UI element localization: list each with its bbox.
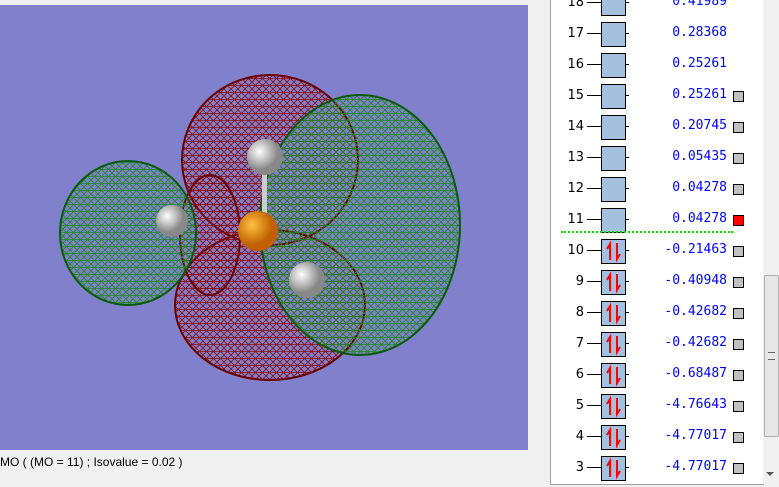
orbital-row[interactable]: 5 -4.76643 <box>551 394 764 419</box>
select-checkbox[interactable] <box>733 463 744 474</box>
orbital-energy: -4.77017 <box>664 428 727 443</box>
central-atom <box>238 211 278 251</box>
orbital-level-box[interactable] <box>601 22 626 47</box>
orbital-energy: -4.77017 <box>664 459 727 474</box>
orbital-energy: -0.68487 <box>664 366 727 381</box>
select-checkbox[interactable] <box>733 370 744 381</box>
electron-pair-icon <box>606 364 621 387</box>
orbital-energy: 0.25261 <box>672 56 727 71</box>
orbital-level-box[interactable] <box>601 301 626 326</box>
select-checkbox[interactable] <box>733 184 744 195</box>
orbital-number: 10 <box>567 243 584 258</box>
orbital-number: 14 <box>567 119 584 134</box>
orbital-energy: -4.76643 <box>664 397 727 412</box>
status-text: MO ( (MO = 11) ; Isovalue = 0.02 ) <box>0 455 183 469</box>
orbital-row[interactable]: 7 -0.42682 <box>551 332 764 357</box>
hydrogen-atom <box>247 139 283 175</box>
orbital-level-box[interactable] <box>601 84 626 109</box>
orbital-row[interactable]: 13 0.05435 <box>551 146 764 171</box>
electron-pair-icon <box>606 333 621 356</box>
select-checkbox[interactable] <box>733 277 744 288</box>
orbital-row[interactable]: 6 -0.68487 <box>551 363 764 388</box>
select-checkbox[interactable] <box>733 215 744 226</box>
orbital-row[interactable]: 14 0.20745 <box>551 115 764 140</box>
orbital-number: 4 <box>575 429 584 444</box>
orbital-energy: 0.04278 <box>672 180 727 195</box>
orbital-number: 5 <box>575 398 584 413</box>
orbital-energy: -0.42682 <box>664 304 727 319</box>
orbital-energy: -0.42682 <box>664 335 727 350</box>
mo-energy-list[interactable]: 18 0.41989 17 0.28368 16 0.25261 15 0.25261 14 0.… <box>550 0 764 485</box>
orbital-number: 7 <box>575 336 584 351</box>
orbital-energy: 0.41989 <box>672 0 727 9</box>
hydrogen-atom <box>156 205 188 237</box>
orbital-level-box[interactable] <box>601 115 626 140</box>
orbital-row[interactable]: 16 0.25261 <box>551 53 764 78</box>
orbital-number: 6 <box>575 367 584 382</box>
orbital-energy: 0.05435 <box>672 149 727 164</box>
orbital-number: 13 <box>567 150 584 165</box>
select-checkbox[interactable] <box>733 122 744 133</box>
select-checkbox[interactable] <box>733 308 744 319</box>
molecule-viewport[interactable] <box>0 5 528 450</box>
orbital-energy: 0.04278 <box>672 211 727 226</box>
orbital-level-box[interactable] <box>601 0 626 16</box>
orbital-number: 9 <box>575 274 584 289</box>
orbital-row[interactable]: 17 0.28368 <box>551 22 764 47</box>
orbital-level-box[interactable] <box>601 332 626 357</box>
select-checkbox[interactable] <box>733 246 744 257</box>
orbital-level-box[interactable] <box>601 270 626 295</box>
bond <box>262 173 267 213</box>
orbital-number: 8 <box>575 305 584 320</box>
orbital-level-box[interactable] <box>601 394 626 419</box>
select-checkbox[interactable] <box>733 339 744 350</box>
orbital-number: 18 <box>567 0 584 10</box>
orbital-number: 15 <box>567 88 584 103</box>
orbital-level-box[interactable] <box>601 456 626 481</box>
orbital-level-box[interactable] <box>601 208 626 233</box>
orbital-level-box[interactable] <box>601 363 626 388</box>
select-checkbox[interactable] <box>733 153 744 164</box>
orbital-energy: -0.21463 <box>664 242 727 257</box>
select-checkbox[interactable] <box>733 432 744 443</box>
orbital-level-box[interactable] <box>601 53 626 78</box>
orbital-number: 11 <box>567 212 584 227</box>
orbital-energy: 0.25261 <box>672 87 727 102</box>
scrollbar[interactable] <box>763 0 779 484</box>
orbital-number: 3 <box>575 460 584 475</box>
orbital-row[interactable]: 18 0.41989 <box>551 0 764 16</box>
electron-pair-icon <box>606 426 621 449</box>
select-checkbox[interactable] <box>733 401 744 412</box>
scroll-down-arrow[interactable] <box>766 472 774 476</box>
orbital-energy: 0.28368 <box>672 25 727 40</box>
electron-pair-icon <box>606 240 621 263</box>
orbital-number: 12 <box>567 181 584 196</box>
select-checkbox[interactable] <box>733 91 744 102</box>
electron-pair-icon <box>606 271 621 294</box>
orbital-row[interactable]: 9 -0.40948 <box>551 270 764 295</box>
orbital-level-box[interactable] <box>601 146 626 171</box>
orbital-number: 17 <box>567 26 584 41</box>
orbital-number: 16 <box>567 57 584 72</box>
orbital-render <box>59 74 461 381</box>
hydrogen-atom <box>289 262 325 298</box>
orbital-level-box[interactable] <box>601 425 626 450</box>
orbital-row[interactable]: 12 0.04278 <box>551 177 764 202</box>
orbital-energy: 0.20745 <box>672 118 727 133</box>
orbital-row[interactable]: 11 0.04278 <box>551 208 764 233</box>
electron-pair-icon <box>606 457 621 480</box>
orbital-row[interactable]: 15 0.25261 <box>551 84 764 109</box>
homo-lumo-divider <box>561 231 733 233</box>
orbital-level-box[interactable] <box>601 177 626 202</box>
orbital-row[interactable]: 10 -0.21463 <box>551 239 764 264</box>
electron-pair-icon <box>606 395 621 418</box>
orbital-energy: -0.40948 <box>664 273 727 288</box>
orbital-row[interactable]: 3 -4.77017 <box>551 456 764 481</box>
orbital-row[interactable]: 8 -0.42682 <box>551 301 764 326</box>
orbital-row[interactable]: 4 -4.77017 <box>551 425 764 450</box>
orbital-level-box[interactable] <box>601 239 626 264</box>
scrollbar-thumb[interactable] <box>764 275 779 437</box>
electron-pair-icon <box>606 302 621 325</box>
